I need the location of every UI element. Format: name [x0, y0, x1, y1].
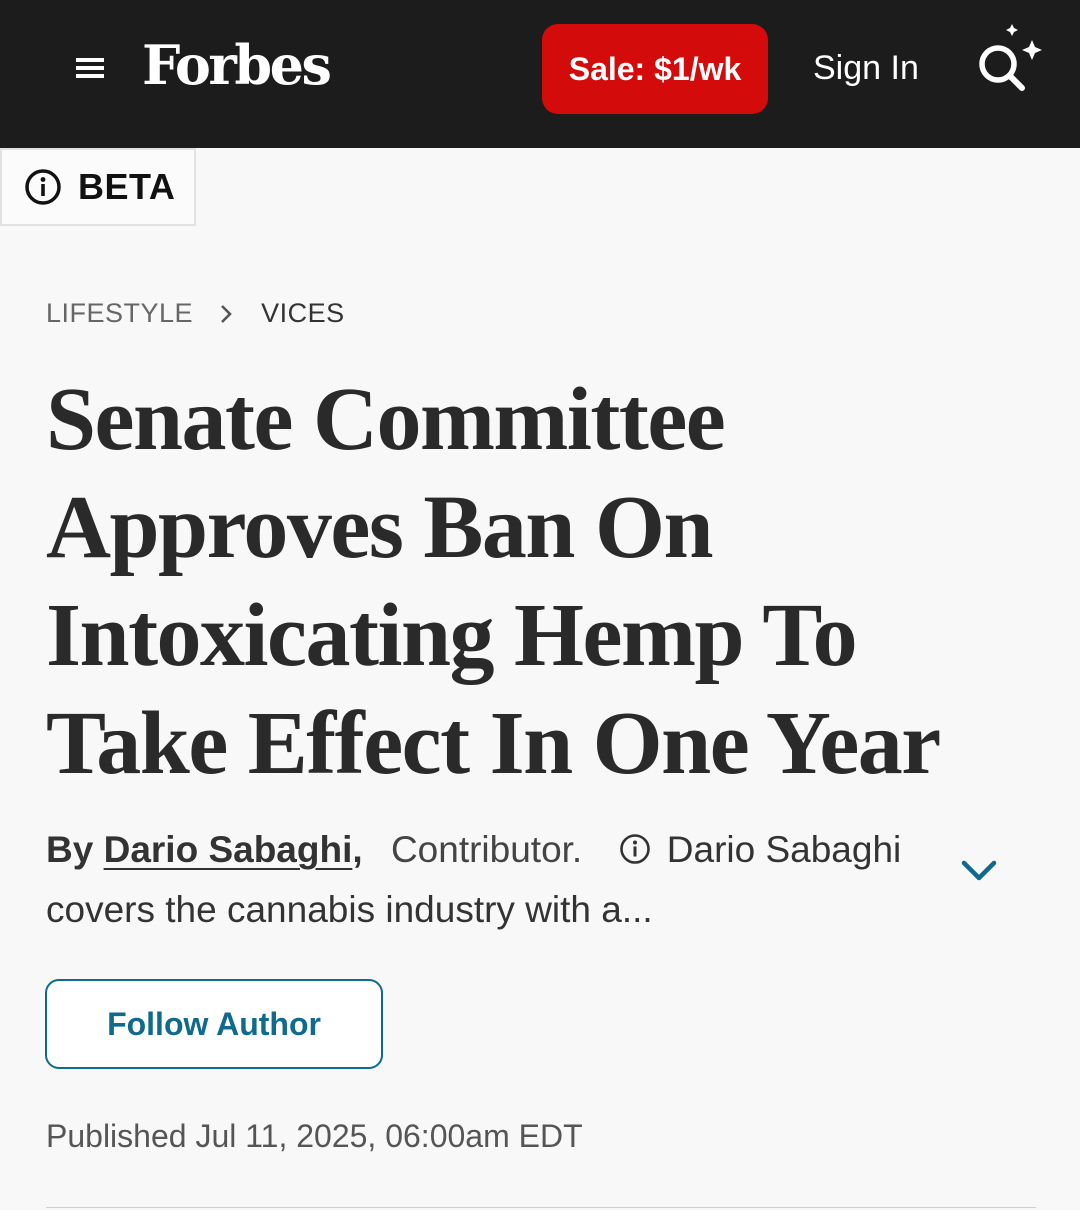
sign-in-link[interactable]: Sign In: [813, 44, 919, 92]
forbes-logo[interactable]: Forbes: [142, 30, 332, 100]
beta-badge[interactable]: BETA: [0, 148, 196, 226]
byline-prefix: By: [46, 829, 94, 870]
byline-comma: ,: [352, 829, 363, 870]
author-link[interactable]: Dario Sabaghi: [104, 829, 353, 870]
article-headline: Senate Committee Approves Ban On Intoxic…: [46, 370, 941, 793]
byline: By Dario Sabaghi, Contributor. Dario Sab…: [46, 820, 946, 940]
top-nav-bar: Forbes Sale: $1/wk Sign In: [0, 0, 1080, 148]
chevron-down-icon[interactable]: [958, 850, 1000, 892]
breadcrumb-item-vices[interactable]: VICES: [261, 298, 345, 329]
hamburger-menu-icon[interactable]: [72, 52, 108, 84]
ai-search-icon[interactable]: [970, 18, 1050, 98]
chevron-right-icon: [221, 304, 232, 323]
info-icon: [25, 169, 61, 205]
breadcrumb-item-lifestyle[interactable]: LIFESTYLE: [46, 298, 193, 329]
subscribe-sale-button[interactable]: Sale: $1/wk: [542, 24, 768, 114]
breadcrumb: LIFESTYLE VICES: [46, 298, 345, 329]
follow-author-button[interactable]: Follow Author: [45, 979, 383, 1069]
published-date: Published Jul 11, 2025, 06:00am EDT: [46, 1118, 583, 1154]
author-role: Contributor.: [390, 829, 583, 870]
author-info-icon[interactable]: [619, 833, 651, 865]
divider: [46, 1207, 1036, 1208]
beta-label: BETA: [78, 166, 176, 207]
